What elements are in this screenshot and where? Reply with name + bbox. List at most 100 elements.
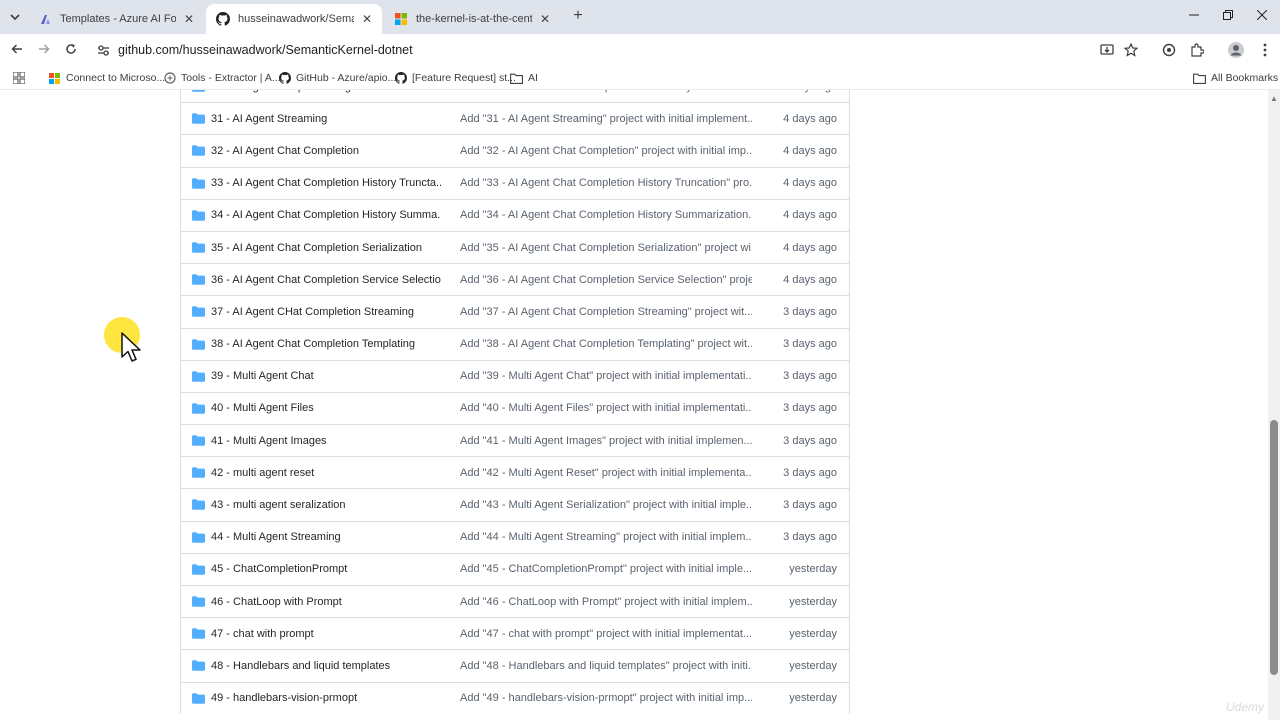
commit-message-link[interactable]: Add "34 - AI Agent Chat Completion Histo… <box>460 209 752 221</box>
commit-date: yesterday <box>789 692 837 705</box>
tab-kernel-doc[interactable]: the-kernel-is-at-the-center-of-everythin… <box>384 4 560 34</box>
commit-message-link[interactable]: Add "49 - handlebars-vision-prmopt" proj… <box>460 692 752 704</box>
commit-message-link[interactable]: Add "31 - AI Agent Streaming" project wi… <box>460 113 752 125</box>
file-name-link[interactable]: 36 - AI Agent Chat Completion Service Se… <box>211 274 441 286</box>
file-name-link[interactable]: 40 - Multi Agent Files <box>211 402 441 414</box>
table-row[interactable]: 48 - Handlebars and liquid templates Add … <box>181 649 849 681</box>
table-row[interactable]: 35 - AI Agent Chat Completion Serializat… <box>181 230 849 263</box>
mouse-cursor-icon <box>121 332 141 362</box>
file-name-link[interactable]: 32 - AI Agent Chat Completion <box>211 145 441 157</box>
table-row[interactable]: 46 - ChatLoop with Prompt Add "46 - ChatL… <box>181 585 849 617</box>
table-row[interactable]: 43 - multi agent seralization Add "43 - M… <box>181 488 849 520</box>
table-row[interactable]: 38 - AI Agent Chat Completion Templating… <box>181 327 849 360</box>
bookmark-connect-microsoft[interactable]: Connect to Microso... <box>48 69 165 87</box>
table-row[interactable]: 31 - AI Agent Streaming Add "31 - AI Agen… <box>181 102 849 134</box>
scrollbar-thumb[interactable] <box>1270 420 1278 675</box>
back-button[interactable] <box>7 40 27 60</box>
minimize-button[interactable] <box>1180 6 1208 26</box>
table-row[interactable]: 49 - handlebars-vision-prmopt Add "49 - h… <box>181 681 849 714</box>
file-name-link[interactable]: 38 - AI Agent Chat Completion Templating <box>211 338 441 350</box>
close-icon[interactable]: ✕ <box>182 12 196 26</box>
commit-message-link[interactable]: Add "45 - ChatCompletionPrompt" project … <box>460 563 752 575</box>
commit-message-link[interactable]: Add "47 - chat with prompt" project with… <box>460 628 752 640</box>
table-row[interactable]: 47 - chat with prompt Add "47 - chat with… <box>181 617 849 649</box>
file-name-link[interactable]: 49 - handlebars-vision-prmopt <box>211 692 441 704</box>
reload-button[interactable] <box>61 40 81 60</box>
commit-message-link[interactable]: Add "44 - Multi Agent Streaming" project… <box>460 531 752 543</box>
bookmark-folder-ai[interactable]: AI <box>510 69 538 87</box>
new-tab-button[interactable]: + <box>568 6 588 26</box>
file-name-link[interactable]: 39 - Multi Agent Chat <box>211 370 441 382</box>
scroll-up-icon[interactable]: ▲ <box>1268 94 1280 104</box>
extensions-puzzle-icon[interactable] <box>1188 41 1206 59</box>
commit-message-link[interactable]: Add "36 - AI Agent Chat Completion Servi… <box>460 274 752 286</box>
file-name-link[interactable]: 48 - Handlebars and liquid templates <box>211 660 441 672</box>
commit-date: 3 days ago <box>783 338 837 351</box>
commit-date: 3 days ago <box>783 402 837 415</box>
file-name-link[interactable]: 42 - multi agent reset <box>211 467 441 479</box>
file-name-link[interactable]: 43 - multi agent seralization <box>211 499 441 511</box>
forward-button[interactable] <box>34 40 54 60</box>
bookmarks-bar: Connect to Microso... Tools - Extractor … <box>0 66 1280 90</box>
commit-message-link[interactable]: Add "43 - Multi Agent Serialization" pro… <box>460 499 752 511</box>
commit-message-link[interactable]: Add "33 - AI Agent Chat Completion Histo… <box>460 177 752 189</box>
file-name-link[interactable]: 33 - AI Agent Chat Completion History Tr… <box>211 177 441 189</box>
commit-message-link[interactable]: Add "41 - Multi Agent Images" project wi… <box>460 435 752 447</box>
commit-message-link[interactable]: Add "39 - Multi Agent Chat" project with… <box>460 370 752 382</box>
microsoft-icon <box>394 12 408 26</box>
commit-message-link[interactable]: Add "48 - Handlebars and liquid template… <box>460 660 752 672</box>
file-name-link[interactable]: 45 - ChatCompletionPrompt <box>211 563 441 575</box>
table-row[interactable]: 36 - AI Agent Chat Completion Service Se… <box>181 263 849 295</box>
commit-message-link[interactable]: Add "37 - AI Agent Chat Completion Strea… <box>460 306 752 318</box>
apps-grid-button[interactable] <box>12 69 30 87</box>
table-row[interactable]: 33 - AI Agent Chat Completion History Tr… <box>181 166 849 199</box>
table-row[interactable]: 40 - Multi Agent Files Add "40 - Multi Ag… <box>181 391 849 424</box>
file-name-link[interactable]: 37 - AI Agent CHat Completion Streaming <box>211 306 441 318</box>
page-scrollbar[interactable]: ▲ <box>1268 90 1280 720</box>
table-row[interactable]: 37 - AI Agent CHat Completion Streaming A… <box>181 295 849 327</box>
bookmark-github-azure[interactable]: GitHub - Azure/apio... <box>278 69 396 87</box>
profile-avatar-icon[interactable] <box>1227 41 1245 59</box>
close-icon[interactable]: ✕ <box>538 12 552 26</box>
bookmark-star-icon[interactable] <box>1122 41 1140 59</box>
install-app-icon[interactable] <box>1098 41 1116 59</box>
commit-message-link[interactable]: Add "40 - Multi Agent Files" project wit… <box>460 402 752 414</box>
table-row[interactable]: 42 - multi agent reset Add "42 - Multi Ag… <box>181 456 849 488</box>
table-row[interactable]: 32 - AI Agent Chat Completion Add "32 - A… <box>181 134 849 166</box>
table-row[interactable]: 44 - Multi Agent Streaming Add "44 - Mult… <box>181 520 849 553</box>
file-name-link[interactable]: 47 - chat with prompt <box>211 628 441 640</box>
file-name-link[interactable]: 44 - Multi Agent Streaming <box>211 531 441 543</box>
table-row[interactable]: 45 - ChatCompletionPrompt Add "45 - ChatC… <box>181 552 849 585</box>
url-text[interactable]: github.com/husseinawadwork/SemanticKerne… <box>118 43 413 57</box>
table-row[interactable]: 41 - Multi Agent Images Add "41 - Multi A… <box>181 424 849 456</box>
bookmark-tools-extractor[interactable]: Tools - Extractor | A... <box>163 69 281 87</box>
bookmark-feature-request[interactable]: [Feature Request] st... <box>394 69 516 87</box>
table-row[interactable]: 34 - AI Agent Chat Completion History Su… <box>181 198 849 231</box>
address-bar[interactable]: github.com/husseinawadwork/SemanticKerne… <box>88 37 1158 63</box>
commit-message-link[interactable]: Refactor code structure for improved rea… <box>460 90 752 93</box>
maximize-button[interactable] <box>1214 6 1242 26</box>
table-row[interactable]: 30 - AI Agent File processing Refactor co… <box>181 90 849 102</box>
commit-message-link[interactable]: Add "42 - Multi Agent Reset" project wit… <box>460 467 752 479</box>
tab-azure-foundry[interactable]: Templates - Azure AI Foundry ✕ <box>28 4 204 34</box>
file-name-link[interactable]: 30 - AI Agent File processing <box>211 90 441 93</box>
file-name-link[interactable]: 46 - ChatLoop with Prompt <box>211 596 441 608</box>
site-info-icon[interactable] <box>94 41 112 59</box>
all-bookmarks-button[interactable]: All Bookmarks <box>1193 69 1278 87</box>
commit-message-link[interactable]: Add "46 - ChatLoop with Prompt" project … <box>460 596 752 608</box>
tab-github-repo[interactable]: husseinawadwork/SemanticKernel-dotnet ✕ <box>206 4 382 34</box>
commit-message-link[interactable]: Add "32 - AI Agent Chat Completion" proj… <box>460 145 752 157</box>
commit-message-link[interactable]: Add "35 - AI Agent Chat Completion Seria… <box>460 242 752 254</box>
file-name-link[interactable]: 35 - AI Agent Chat Completion Serializat… <box>211 242 441 254</box>
tab-search-dropdown[interactable] <box>6 8 24 26</box>
commit-message-link[interactable]: Add "38 - AI Agent Chat Completion Templ… <box>460 338 752 350</box>
close-icon[interactable]: ✕ <box>360 12 374 26</box>
more-menu-icon[interactable] <box>1256 41 1274 59</box>
table-row[interactable]: 39 - Multi Agent Chat Add "39 - Multi Age… <box>181 359 849 392</box>
file-name-link[interactable]: 41 - Multi Agent Images <box>211 435 441 447</box>
file-name-link[interactable]: 31 - AI Agent Streaming <box>211 113 441 125</box>
extension-openai-icon[interactable] <box>1160 41 1178 59</box>
close-window-button[interactable] <box>1248 6 1276 26</box>
page-content: 30 - AI Agent File processing Refactor co… <box>0 90 1268 720</box>
file-name-link[interactable]: 34 - AI Agent Chat Completion History Su… <box>211 209 441 221</box>
